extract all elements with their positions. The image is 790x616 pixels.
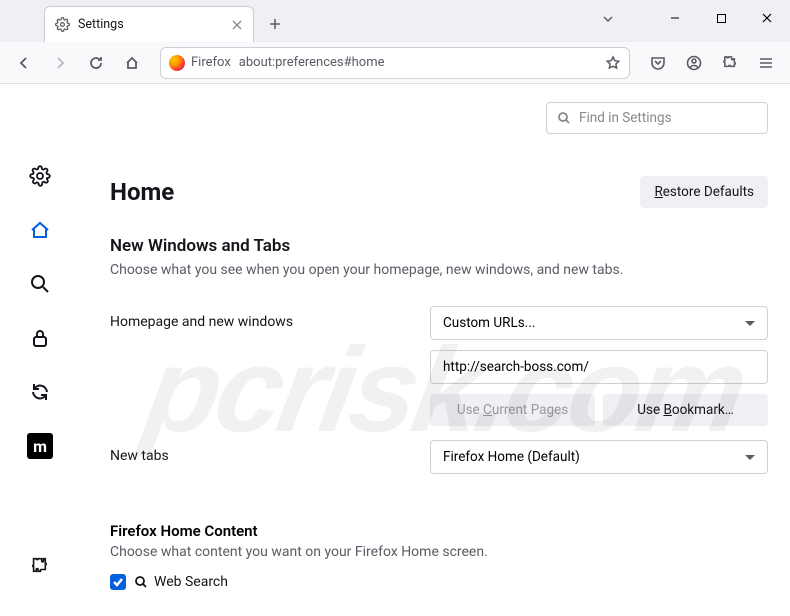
sidebar-extensions[interactable] <box>20 546 60 586</box>
tab-list-button[interactable] <box>601 12 615 26</box>
pocket-button[interactable] <box>642 47 674 79</box>
search-icon <box>557 111 571 125</box>
account-button[interactable] <box>678 47 710 79</box>
websearch-checkbox[interactable] <box>110 574 126 590</box>
websearch-row: Web Search <box>110 574 768 590</box>
sidebar-search[interactable] <box>20 264 60 304</box>
sidebar-more[interactable]: m <box>20 426 60 466</box>
identity-label: Firefox <box>191 55 231 70</box>
sidebar-home[interactable] <box>20 210 60 250</box>
maximize-button[interactable] <box>698 0 744 36</box>
restore-defaults-button[interactable]: Restore Defaults <box>640 176 768 208</box>
menu-button[interactable] <box>750 47 782 79</box>
sidebar-sync[interactable] <box>20 372 60 412</box>
sidebar-privacy[interactable] <box>20 318 60 358</box>
use-current-pages-button[interactable]: Use Current Pages <box>430 394 595 426</box>
star-icon[interactable] <box>605 55 621 71</box>
settings-main: Home Restore Defaults New Windows and Ta… <box>110 104 790 590</box>
settings-sidebar: m <box>20 156 60 466</box>
reload-button[interactable] <box>80 47 112 79</box>
titlebar: Settings <box>0 0 790 42</box>
homepage-label: Homepage and new windows <box>110 306 430 330</box>
forward-button[interactable] <box>44 47 76 79</box>
find-input[interactable] <box>579 110 757 126</box>
window-controls <box>652 0 790 36</box>
use-bookmark-button[interactable]: Use Bookmark… <box>603 394 768 426</box>
back-button[interactable] <box>8 47 40 79</box>
tab-title: Settings <box>78 17 223 32</box>
websearch-label: Web Search <box>134 574 228 590</box>
firefox-icon <box>169 55 185 71</box>
close-icon[interactable] <box>231 19 243 31</box>
gear-icon <box>55 17 70 32</box>
browser-toolbar: Firefox about:preferences#home <box>0 42 790 84</box>
homepage-url-input[interactable] <box>430 350 768 384</box>
identity-box[interactable]: Firefox <box>169 55 231 71</box>
content-area: pcrisk.com m Home Restore Defaults New W… <box>0 84 790 616</box>
browser-tab[interactable]: Settings <box>44 6 254 42</box>
url-text: about:preferences#home <box>239 55 597 70</box>
firefox-home-content-desc: Choose what content you want on your Fir… <box>110 544 768 560</box>
newtabs-label: New tabs <box>110 440 430 464</box>
close-button[interactable] <box>744 0 790 36</box>
extensions-button[interactable] <box>714 47 746 79</box>
minimize-button[interactable] <box>652 0 698 36</box>
home-button[interactable] <box>116 47 148 79</box>
sidebar-general[interactable] <box>20 156 60 196</box>
find-in-settings[interactable] <box>546 102 768 134</box>
section-windows-tabs-title: New Windows and Tabs <box>110 236 768 256</box>
search-icon <box>134 575 148 589</box>
newtabs-select[interactable]: Firefox Home (Default) <box>430 440 768 474</box>
url-bar[interactable]: Firefox about:preferences#home <box>160 47 630 79</box>
section-windows-tabs-desc: Choose what you see when you open your h… <box>110 262 768 278</box>
firefox-home-content-title: Firefox Home Content <box>110 522 768 540</box>
homepage-select[interactable]: Custom URLs... <box>430 306 768 340</box>
m-icon: m <box>27 433 53 459</box>
new-tab-button[interactable] <box>260 9 290 39</box>
page-title: Home <box>110 178 174 206</box>
